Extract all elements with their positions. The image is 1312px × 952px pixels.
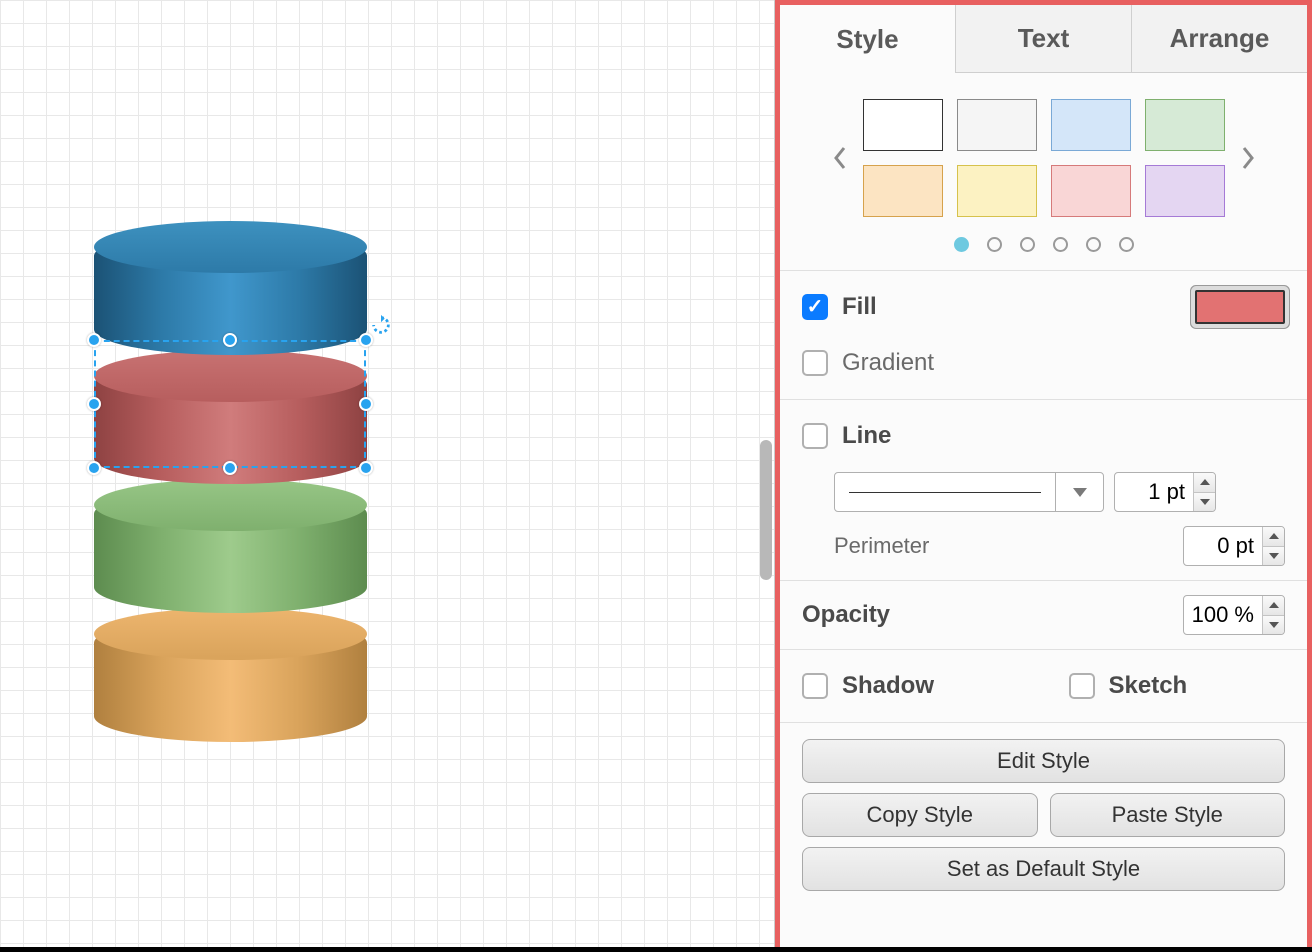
line-width-step-down[interactable] <box>1193 493 1215 512</box>
sketch-checkbox[interactable] <box>1069 673 1095 699</box>
tab-arrange[interactable]: Arrange <box>1132 5 1307 73</box>
fill-section: Fill Gradient <box>780 271 1307 400</box>
resize-handle-n[interactable] <box>223 333 237 347</box>
resize-handle-w[interactable] <box>87 397 101 411</box>
perimeter-step-up[interactable] <box>1262 527 1284 547</box>
format-panel: Style Text Arrange Fill Gradient <box>775 0 1312 952</box>
set-default-style-button[interactable]: Set as Default Style <box>802 847 1285 891</box>
opacity-label: Opacity <box>802 601 1183 629</box>
fill-checkbox[interactable] <box>802 294 828 320</box>
gradient-checkbox[interactable] <box>802 350 828 376</box>
preset-swatch[interactable] <box>957 165 1037 217</box>
fill-color-swatch[interactable] <box>1195 290 1285 324</box>
resize-handle-e[interactable] <box>359 397 373 411</box>
perimeter-label: Perimeter <box>834 533 1173 559</box>
presets-prev-button[interactable] <box>829 146 851 170</box>
gradient-label: Gradient <box>842 349 934 377</box>
preset-swatch[interactable] <box>1051 165 1131 217</box>
shadow-checkbox[interactable] <box>802 673 828 699</box>
line-style-select[interactable] <box>834 472 1104 512</box>
tab-text[interactable]: Text <box>956 5 1132 73</box>
chevron-right-icon <box>1240 146 1256 170</box>
fill-label: Fill <box>842 293 877 321</box>
line-style-dropdown-icon <box>1055 473 1103 511</box>
style-presets-section <box>780 73 1307 271</box>
preset-swatch[interactable] <box>863 165 943 217</box>
cylinder-shape-orange[interactable] <box>94 617 367 742</box>
perimeter-step-down[interactable] <box>1262 547 1284 566</box>
pager-dot[interactable] <box>1119 237 1134 252</box>
opacity-input[interactable] <box>1184 602 1262 628</box>
line-section: Line Perimeter <box>780 400 1307 581</box>
sketch-label: Sketch <box>1109 672 1188 700</box>
edit-style-button[interactable]: Edit Style <box>802 739 1285 783</box>
preset-swatch-grid <box>863 99 1225 217</box>
preset-swatch[interactable] <box>863 99 943 151</box>
selection-rect <box>94 340 366 468</box>
perimeter-input[interactable] <box>1184 533 1262 559</box>
opacity-step-down[interactable] <box>1262 616 1284 635</box>
line-width-field[interactable] <box>1114 472 1216 512</box>
bottom-bar <box>0 947 1312 952</box>
tab-style[interactable]: Style <box>780 5 956 73</box>
cylinder-shape-green[interactable] <box>94 488 367 613</box>
pager-dot[interactable] <box>987 237 1002 252</box>
presets-pager <box>798 237 1289 252</box>
shape-stack <box>94 230 367 742</box>
canvas-area[interactable] <box>0 0 775 952</box>
opacity-field[interactable] <box>1183 595 1285 635</box>
preset-swatch[interactable] <box>957 99 1037 151</box>
vertical-scrollbar[interactable] <box>760 440 772 580</box>
resize-handle-sw[interactable] <box>87 461 101 475</box>
shadow-sketch-section: Shadow Sketch <box>780 650 1307 723</box>
resize-handle-s[interactable] <box>223 461 237 475</box>
presets-next-button[interactable] <box>1237 146 1259 170</box>
pager-dot[interactable] <box>954 237 969 252</box>
copy-style-button[interactable]: Copy Style <box>802 793 1038 837</box>
shadow-label: Shadow <box>842 672 934 700</box>
pager-dot[interactable] <box>1053 237 1068 252</box>
line-style-preview <box>835 473 1055 511</box>
pager-dot[interactable] <box>1086 237 1101 252</box>
opacity-step-up[interactable] <box>1262 596 1284 616</box>
resize-handle-nw[interactable] <box>87 333 101 347</box>
style-buttons-section: Edit Style Copy Style Paste Style Set as… <box>780 723 1307 907</box>
resize-handle-se[interactable] <box>359 461 373 475</box>
preset-swatch[interactable] <box>1145 99 1225 151</box>
perimeter-field[interactable] <box>1183 526 1285 566</box>
opacity-section: Opacity <box>780 581 1307 650</box>
line-label: Line <box>842 422 891 450</box>
line-width-input[interactable] <box>1115 479 1193 505</box>
chevron-left-icon <box>832 146 848 170</box>
selection-box <box>90 336 370 472</box>
panel-tabs: Style Text Arrange <box>780 5 1307 73</box>
line-width-step-up[interactable] <box>1193 473 1215 493</box>
paste-style-button[interactable]: Paste Style <box>1050 793 1286 837</box>
preset-swatch[interactable] <box>1051 99 1131 151</box>
rotate-handle[interactable] <box>370 314 392 336</box>
line-checkbox[interactable] <box>802 423 828 449</box>
pager-dot[interactable] <box>1020 237 1035 252</box>
preset-swatch[interactable] <box>1145 165 1225 217</box>
